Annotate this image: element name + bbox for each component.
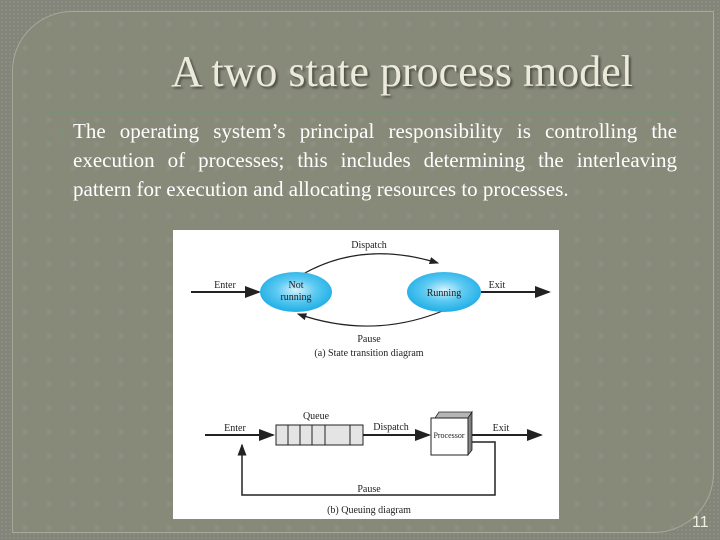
exit-label: Exit bbox=[489, 280, 506, 291]
queue-pause-label: Pause bbox=[357, 484, 381, 495]
state-transition-diagram: Dispatch Pause Enter Not running Running… bbox=[191, 240, 551, 359]
dispatch-label: Dispatch bbox=[351, 240, 387, 251]
queue-dispatch-label: Dispatch bbox=[373, 422, 409, 433]
dispatch-arrow bbox=[302, 253, 440, 275]
bullet-text: The operating system’s principal respons… bbox=[73, 119, 677, 201]
bullet-icon bbox=[53, 127, 63, 138]
queuing-diagram-caption: (b) Queuing diagram bbox=[327, 505, 411, 516]
title-divider bbox=[44, 111, 680, 113]
not-running-label-line1: Not bbox=[289, 280, 304, 291]
queue-box bbox=[275, 424, 364, 446]
queue-exit-label: Exit bbox=[493, 423, 510, 434]
running-label: Running bbox=[427, 288, 461, 299]
queue-label: Queue bbox=[303, 411, 330, 422]
process-model-figure: Dispatch Pause Enter Not running Running… bbox=[173, 230, 559, 519]
figure-svg: Dispatch Pause Enter Not running Running… bbox=[191, 240, 551, 516]
enter-label: Enter bbox=[214, 280, 236, 291]
not-running-label-line2: running bbox=[280, 292, 311, 303]
pause-arrow bbox=[296, 309, 446, 327]
page-number: 11 bbox=[692, 514, 709, 531]
queuing-diagram: Queue Enter Dispatch Processor Exit Paus… bbox=[205, 410, 543, 516]
queue-enter-label: Enter bbox=[224, 423, 246, 434]
slide-title: A two state process model bbox=[171, 47, 633, 96]
state-diagram-caption: (a) State transition diagram bbox=[314, 348, 423, 359]
pause-label: Pause bbox=[357, 334, 381, 345]
processor-label: Processor bbox=[433, 431, 464, 440]
